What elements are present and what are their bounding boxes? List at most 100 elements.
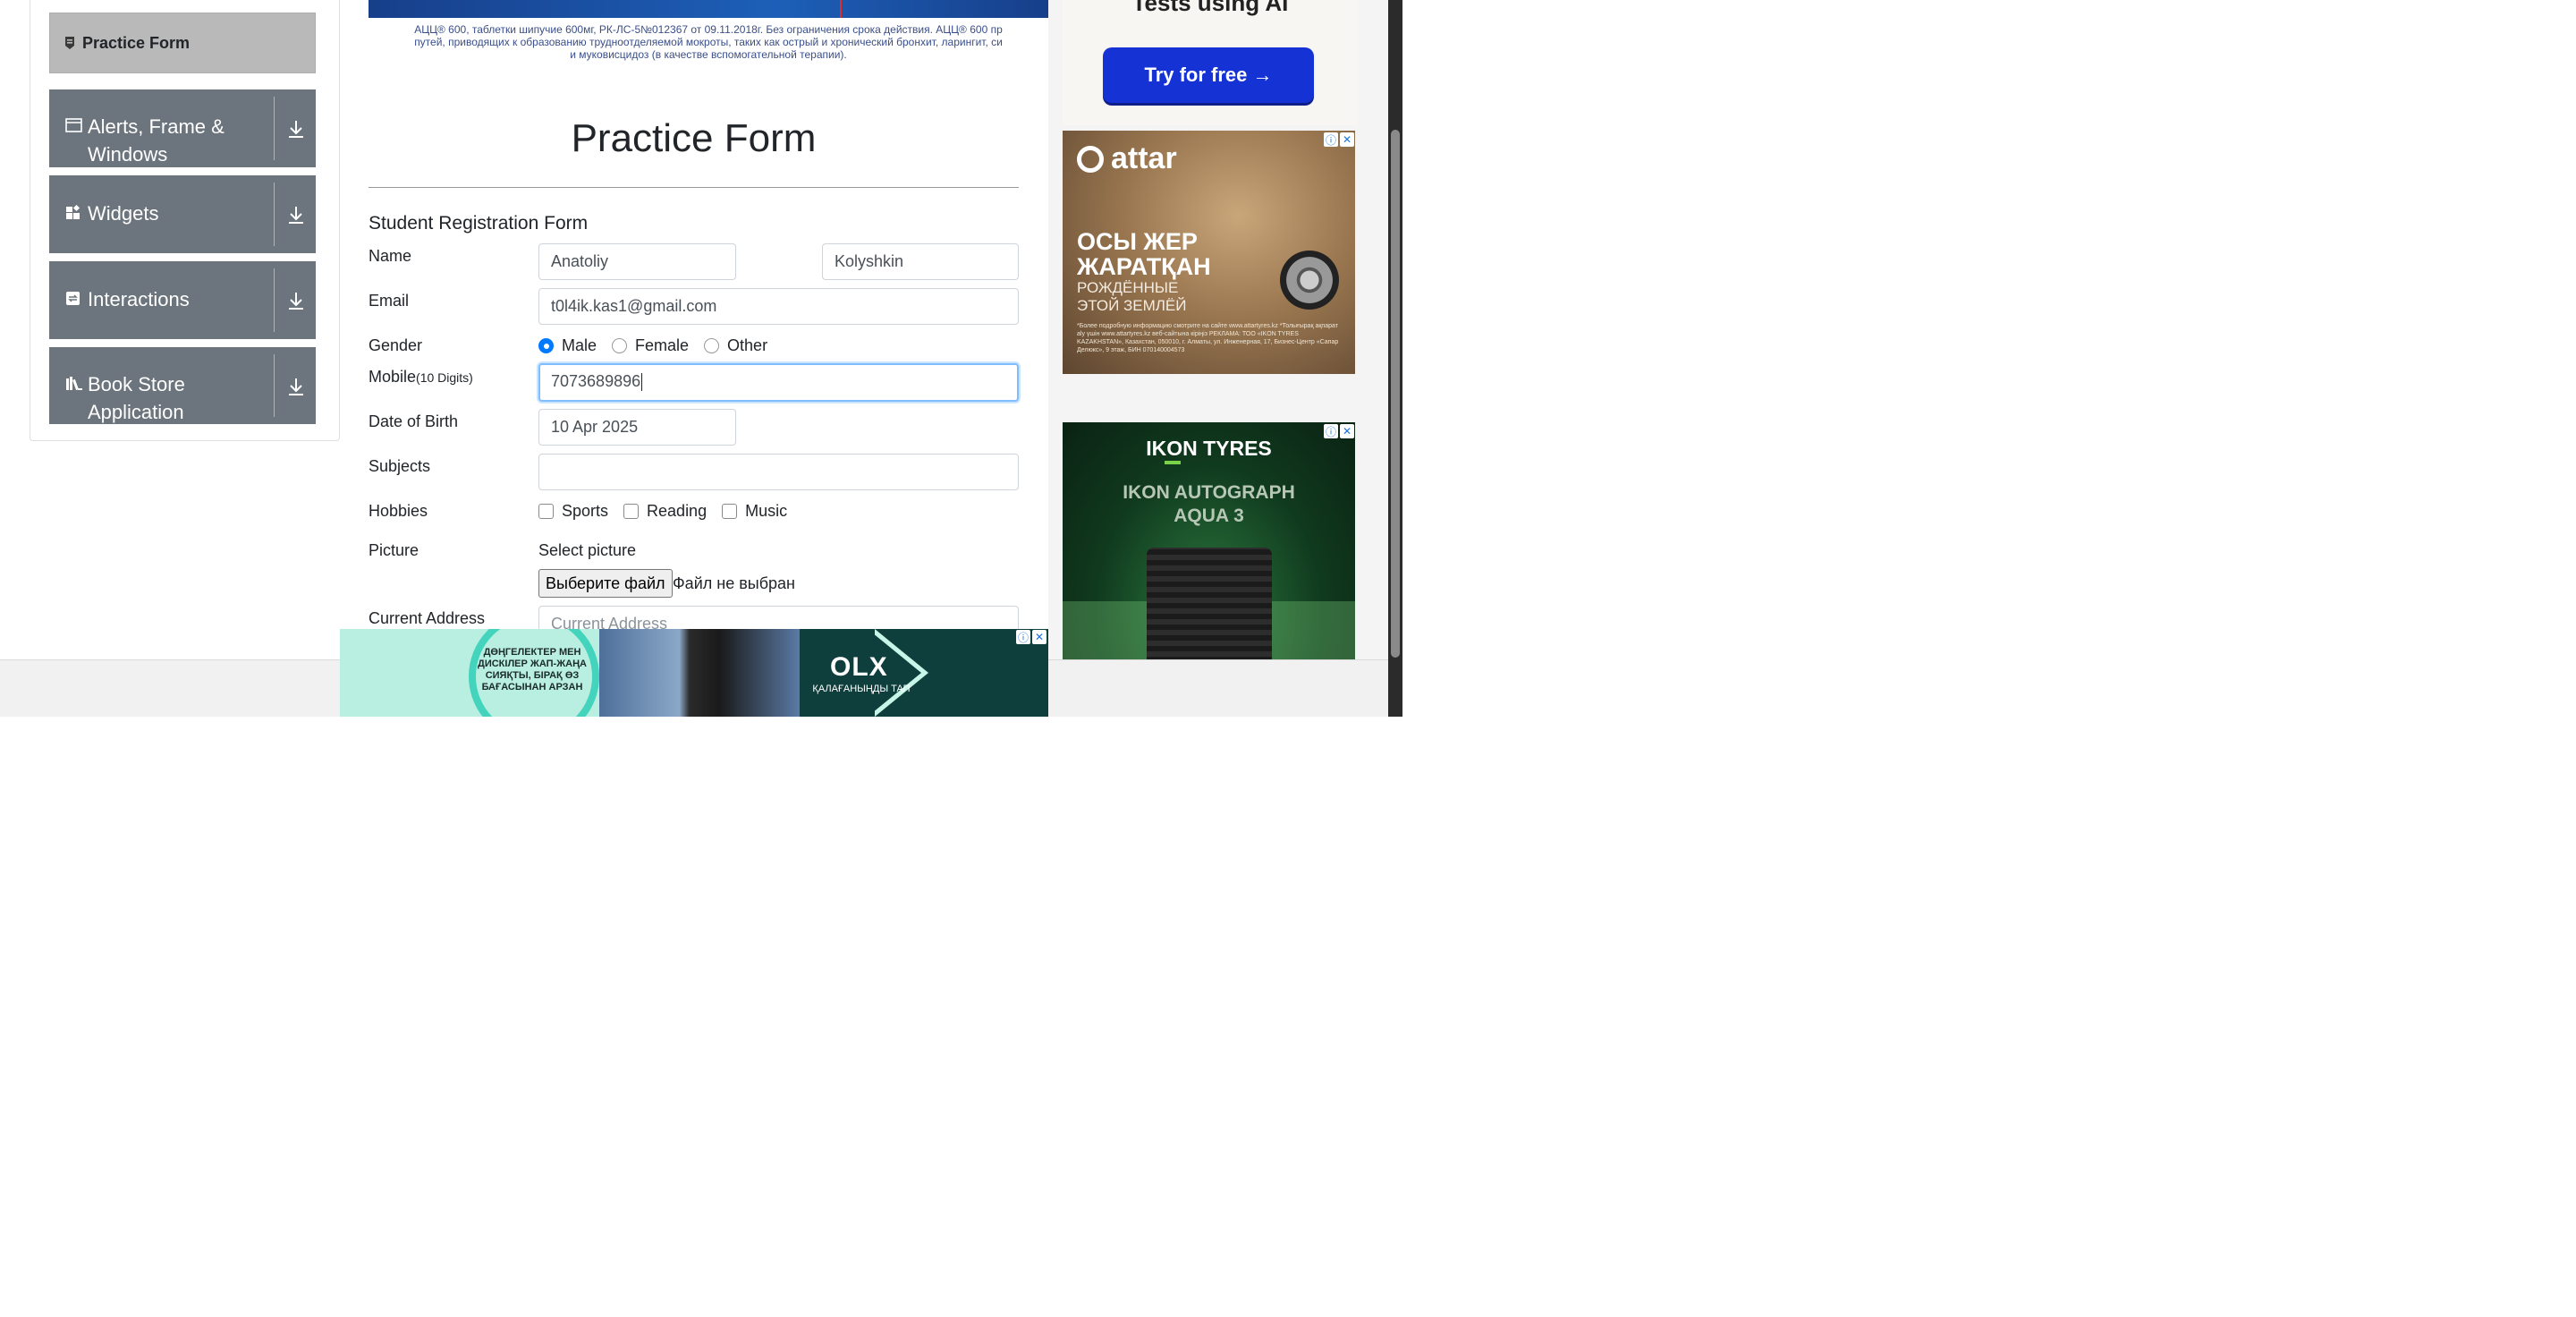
olx-tagline: ҚАЛАҒАНЫҢДЫ ТАП (812, 684, 911, 694)
checkbox-sports[interactable] (538, 504, 554, 519)
books-icon (65, 376, 83, 391)
download-icon[interactable] (285, 290, 307, 311)
ad-info-icon[interactable]: ⓘ (1016, 630, 1030, 644)
widgets-icon (65, 205, 83, 220)
gender-other-option[interactable]: Other (704, 336, 767, 355)
gender-male-option[interactable]: Male (538, 336, 597, 355)
hobby-reading-option[interactable]: Reading (623, 502, 707, 521)
attar-logo: attar (1077, 141, 1177, 176)
ad-close-icon[interactable]: ✕ (1340, 132, 1354, 147)
tire-image (1147, 548, 1272, 659)
hobbies-checkbox-group: Sports Reading Music (538, 502, 802, 521)
file-status: Файл не выбран (673, 574, 795, 592)
divider (274, 354, 275, 417)
gender-female-option[interactable]: Female (612, 336, 689, 355)
ad-info-icon[interactable]: ⓘ (1324, 424, 1338, 438)
mobile-input[interactable]: 7073689896 (538, 363, 1019, 402)
try-for-free-button[interactable]: Try for free → (1103, 47, 1314, 103)
attar-logo-text: attar (1111, 141, 1177, 175)
bottom-banner-ad[interactable]: ДӨҢГЕЛЕКТЕР МЕН ДИСКІЛЕР ЖАП-ЖАҢА СИЯҚТЫ… (340, 629, 1048, 717)
interactions-icon (65, 291, 83, 306)
dob-input[interactable]: 10 Apr 2025 (538, 409, 736, 446)
checkbox-reading[interactable] (623, 504, 640, 519)
ikon-brand: IKON TYRES (1146, 437, 1272, 460)
sidebar-group-interactions[interactable]: Interactions (49, 261, 316, 339)
ikon-tyres-ad[interactable]: IKON TYRES IKON AUTOGRAPH AQUA 3 (1063, 422, 1355, 659)
banner-line: и муковисцидоз (в качестве вспомогательн… (570, 48, 847, 61)
hobbies-label: Hobbies (369, 502, 428, 520)
email-input[interactable]: t0l4ik.kas1@gmail.com (538, 288, 1019, 325)
ad-info-icon[interactable]: ⓘ (1324, 132, 1338, 147)
attar-fine-print: *Более подробную информацию смотрите на … (1077, 323, 1339, 353)
ad-close-icon[interactable]: ✕ (1032, 630, 1046, 644)
scrollbar-thumb[interactable] (1391, 130, 1400, 658)
option-label: Sports (562, 502, 609, 520)
option-label: Reading (647, 502, 708, 520)
attar-subtitle: РОЖДЁННЫЕ ЭТОЙ ЗЕМЛЁЙ (1077, 279, 1187, 315)
tire-image (1280, 251, 1339, 310)
mobile-value: 7073689896 (551, 372, 641, 390)
download-icon[interactable] (285, 118, 307, 140)
ikon-model-line: IKON AUTOGRAPH (1123, 482, 1295, 503)
mobile-label: Mobile(10 Digits) (369, 368, 473, 387)
sidebar-group-alerts[interactable]: Alerts, Frame & Windows (49, 89, 316, 167)
option-label: Other (727, 336, 768, 354)
option-label: Music (745, 502, 788, 520)
subjects-input[interactable] (538, 454, 1019, 490)
group-label: Interactions (88, 288, 190, 310)
banner-line: путей, приводящих к образованию трудноот… (414, 36, 1003, 48)
attar-ad[interactable]: attar ОСЫ ЖЕР ЖАРАТҚАН РОЖДЁННЫЕ ЭТОЙ ЗЕМЛ… (1063, 131, 1355, 374)
sidebar-group-book-store[interactable]: Book Store Application (49, 347, 316, 424)
divider (274, 268, 275, 332)
sidebar-item-practice-form[interactable]: Practice Form (49, 13, 316, 73)
dob-label: Date of Birth (369, 412, 459, 430)
sidebar-group-widgets[interactable]: Widgets (49, 175, 316, 253)
ad-close-icon[interactable]: ✕ (1340, 424, 1354, 438)
group-label-line2: Application (88, 401, 184, 423)
radio-male[interactable] (538, 338, 554, 353)
group-label-line1: Alerts, Frame & (88, 115, 225, 138)
download-icon[interactable] (285, 376, 307, 397)
attar-headline-line: ЖАРАТҚАН (1077, 253, 1211, 280)
attar-sub-line: ЭТОЙ ЗЕМЛЁЙ (1077, 297, 1187, 314)
choose-file-button[interactable]: Выберите файл (538, 569, 673, 598)
email-label: Email (369, 292, 410, 310)
last-name-input[interactable]: Kolyshkin (822, 243, 1019, 280)
select-picture-label: Select picture (538, 541, 637, 559)
mobile-hint: (10 Digits) (416, 370, 473, 385)
ai-ad-heading: Tests using AI (1131, 0, 1289, 16)
picture-label: Picture (369, 541, 419, 559)
gender-label: Gender (369, 336, 423, 354)
download-icon[interactable] (285, 204, 307, 225)
banner-line: АЦЦ® 600, таблетки шипучие 600мг, РК-ЛС-… (414, 23, 1003, 36)
radio-female[interactable] (612, 338, 628, 353)
bottom-ad-text: ДӨҢГЕЛЕКТЕР МЕН ДИСКІЛЕР ЖАП-ЖАҢА СИЯҚТЫ… (478, 647, 587, 692)
attar-sub-line: РОЖДЁННЫЕ (1077, 279, 1179, 296)
brand-underline (1165, 461, 1181, 464)
address-label: Current Address (369, 609, 486, 627)
mobile-label-text: Mobile (369, 368, 417, 386)
divider (369, 187, 1019, 188)
attar-headline: ОСЫ ЖЕР ЖАРАТҚАН (1077, 229, 1211, 279)
checkbox-music[interactable] (722, 504, 738, 519)
attar-logo-mark (1077, 145, 1104, 173)
option-label: Female (635, 336, 690, 354)
text-caret (641, 373, 643, 392)
banner-disclaimer: АЦЦ® 600, таблетки шипучие 600мг, РК-ЛС-… (369, 23, 1048, 63)
attar-headline-line: ОСЫ ЖЕР (1077, 228, 1198, 255)
first-name-input[interactable]: Anatoliy (538, 243, 736, 280)
option-label: Male (562, 336, 597, 354)
group-label: Widgets (88, 202, 159, 225)
hobby-music-option[interactable]: Music (722, 502, 787, 521)
top-banner-ad[interactable] (369, 0, 1048, 18)
divider (274, 97, 275, 160)
group-label-line2: Windows (88, 143, 168, 166)
gender-radio-group: Male Female Other (538, 336, 783, 355)
hobby-sports-option[interactable]: Sports (538, 502, 608, 521)
form-heading: Student Registration Form (369, 213, 589, 234)
tire-photo (599, 629, 800, 717)
name-label: Name (369, 247, 412, 265)
radio-other[interactable] (704, 338, 720, 353)
sidebar-item-label: Practice Form (82, 33, 191, 52)
subjects-label: Subjects (369, 457, 431, 475)
